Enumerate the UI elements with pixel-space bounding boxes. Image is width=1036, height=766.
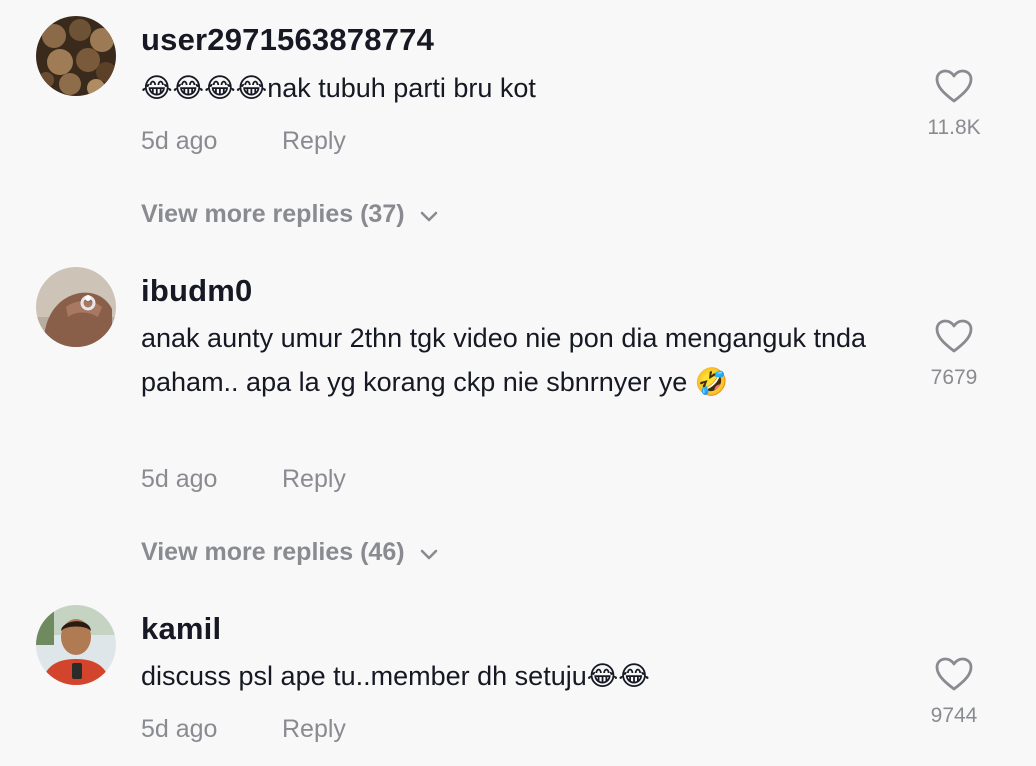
reply-button[interactable]: Reply [282,127,346,156]
heart-outline-icon [935,319,973,353]
view-more-replies-button[interactable]: View more replies (37) [141,200,439,230]
chevron-down-icon [419,539,439,568]
comment-text: discuss psl ape tu..member dh setuju😂😂 [141,661,650,691]
comment-username[interactable]: user2971563878774 [141,22,434,58]
view-more-replies-label: View more replies (46) [141,538,405,566]
comment-timestamp: 5d ago [141,127,218,155]
comment-timestamp: 5d ago [141,465,218,493]
like-count: 11.8K [927,116,981,139]
like-count: 9744 [930,704,978,727]
heart-outline-icon [935,657,973,691]
comment-meta: 5d ago Reply [141,127,346,156]
heart-outline-icon [935,69,973,103]
reply-button[interactable]: Reply [282,715,346,744]
reply-button[interactable]: Reply [282,465,346,494]
view-more-replies-button[interactable]: View more replies (46) [141,538,439,568]
like-count: 7679 [930,366,978,389]
comment-username[interactable]: ibudm0 [141,273,252,309]
avatar[interactable] [36,267,116,347]
avatar[interactable] [36,16,116,96]
view-more-replies-label: View more replies (37) [141,200,405,228]
avatar[interactable] [36,605,116,685]
comment-text: anak aunty umur 2thn tgk video nie pon d… [141,323,867,397]
comment-text: 😂😂😂😂nak tubuh parti bru kot [141,73,536,103]
comment-timestamp: 5d ago [141,715,218,743]
comment-meta: 5d ago Reply [141,465,346,494]
like-button[interactable]: 11.8K [918,68,990,140]
comment-meta: 5d ago Reply [141,715,346,744]
comment-username[interactable]: kamil [141,611,221,647]
like-button[interactable]: 7679 [918,318,990,390]
chevron-down-icon [419,201,439,230]
like-button[interactable]: 9744 [918,656,990,728]
